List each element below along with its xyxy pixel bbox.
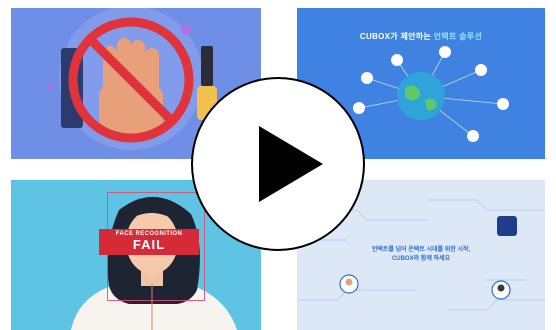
video-player[interactable]: CUBOX가 제안하는 언택트 솔루션 FACE RECOGNITION FAI… (0, 0, 556, 330)
ontact-line-2: CUBOX와 함께 하세요 (391, 256, 451, 262)
globe-icon (397, 72, 445, 120)
play-icon (259, 126, 323, 202)
ontact-message: 언택트를 넘어 온택트 시대를 위한 시작, CUBOX와 함께 하세요 (297, 246, 545, 264)
play-button[interactable] (191, 77, 365, 251)
ontact-line-1: 언택트를 넘어 온택트 시대를 위한 시작, (371, 247, 471, 253)
fail-text: FAIL (132, 237, 166, 252)
face-recognition-fail-label: FACE RECOGNITION FAIL (99, 229, 199, 255)
